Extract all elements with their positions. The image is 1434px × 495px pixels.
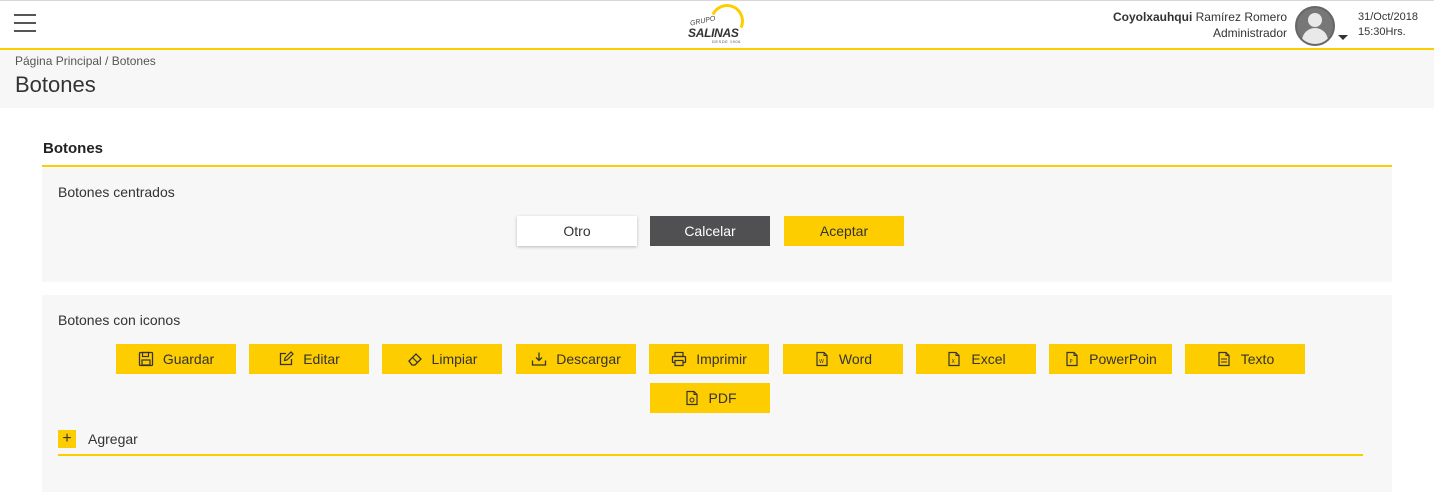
- edit-pencil-icon: [278, 351, 295, 367]
- excel-file-icon: X: [946, 351, 962, 367]
- top-header: GRUPO SALINAS DESDE 1906 Coyolxauhqui Ra…: [0, 0, 1434, 50]
- svg-text:P: P: [1070, 359, 1073, 365]
- user-last-name: Ramírez Romero: [1195, 10, 1287, 24]
- breadcrumb: Página Principal / Botones: [15, 54, 156, 68]
- edit-button[interactable]: Editar: [249, 344, 369, 374]
- user-avatar-icon[interactable]: [1295, 6, 1335, 46]
- printer-icon: [671, 351, 687, 367]
- other-button[interactable]: Otro: [517, 216, 637, 246]
- text-button[interactable]: Texto: [1185, 344, 1305, 374]
- svg-text:X: X: [952, 359, 956, 365]
- logo-salinas-text: SALINAS: [688, 26, 739, 40]
- chevron-down-icon[interactable]: [1338, 35, 1348, 40]
- text-button-label: Texto: [1240, 351, 1275, 367]
- excel-button[interactable]: X Excel: [916, 344, 1036, 374]
- page-title: Botones: [15, 72, 96, 97]
- current-time: 15:30Hrs.: [1358, 26, 1406, 38]
- add-item-button[interactable]: + Agregar: [58, 430, 138, 448]
- add-item-divider: [58, 454, 1363, 456]
- section-title: Botones: [43, 140, 103, 157]
- clear-button[interactable]: Limpiar: [382, 344, 502, 374]
- user-info: Coyolxauhqui Ramírez Romero Administrado…: [1113, 9, 1287, 41]
- save-button-label: Guardar: [162, 351, 215, 367]
- add-item-label: Agregar: [88, 431, 138, 447]
- section-divider: [42, 165, 1392, 167]
- centered-buttons-panel: Botones centrados Otro Calcelar Aceptar: [42, 168, 1392, 282]
- download-icon: [531, 351, 547, 367]
- current-date: 31/Oct/2018: [1358, 11, 1418, 23]
- print-button[interactable]: Imprimir: [649, 344, 769, 374]
- print-button-label: Imprimir: [696, 351, 747, 367]
- user-role: Administrador: [1212, 26, 1287, 40]
- save-button[interactable]: Guardar: [116, 344, 236, 374]
- pdf-button[interactable]: PDF: [650, 383, 770, 413]
- accept-button[interactable]: Aceptar: [784, 216, 904, 246]
- word-file-icon: W: [814, 351, 830, 367]
- centered-buttons-title: Botones centrados: [58, 184, 175, 200]
- powerpoint-file-icon: P: [1064, 351, 1080, 367]
- download-button[interactable]: Descargar: [516, 344, 636, 374]
- page-header: Página Principal / Botones Botones: [0, 50, 1434, 108]
- logo-desde-text: DESDE 1906: [712, 39, 741, 44]
- download-button-label: Descargar: [556, 351, 621, 367]
- svg-text:W: W: [819, 359, 824, 365]
- word-button-label: Word: [838, 351, 873, 367]
- excel-button-label: Excel: [971, 351, 1006, 367]
- powerpoint-button[interactable]: P PowerPoin: [1049, 344, 1172, 374]
- pdf-file-icon: [684, 390, 700, 406]
- icon-buttons-panel: Botones con iconos Guardar Editar Limpia…: [42, 295, 1392, 492]
- clear-button-label: Limpiar: [431, 351, 478, 367]
- user-first-name: Coyolxauhqui: [1112, 10, 1193, 24]
- eraser-icon: [407, 351, 423, 367]
- edit-button-label: Editar: [303, 351, 340, 367]
- word-button[interactable]: W Word: [783, 344, 903, 374]
- pdf-button-label: PDF: [708, 390, 737, 406]
- date-time: 31/Oct/2018 15:30Hrs.: [1358, 10, 1418, 40]
- powerpoint-button-label: PowerPoin: [1089, 351, 1157, 367]
- hamburger-menu-icon[interactable]: [14, 14, 36, 32]
- text-file-icon: [1216, 351, 1232, 367]
- grupo-salinas-logo: GRUPO SALINAS DESDE 1906: [688, 0, 749, 46]
- floppy-disk-icon: [138, 351, 154, 367]
- plus-icon: +: [58, 430, 76, 448]
- cancel-button[interactable]: Calcelar: [650, 216, 770, 246]
- icon-buttons-title: Botones con iconos: [58, 312, 181, 328]
